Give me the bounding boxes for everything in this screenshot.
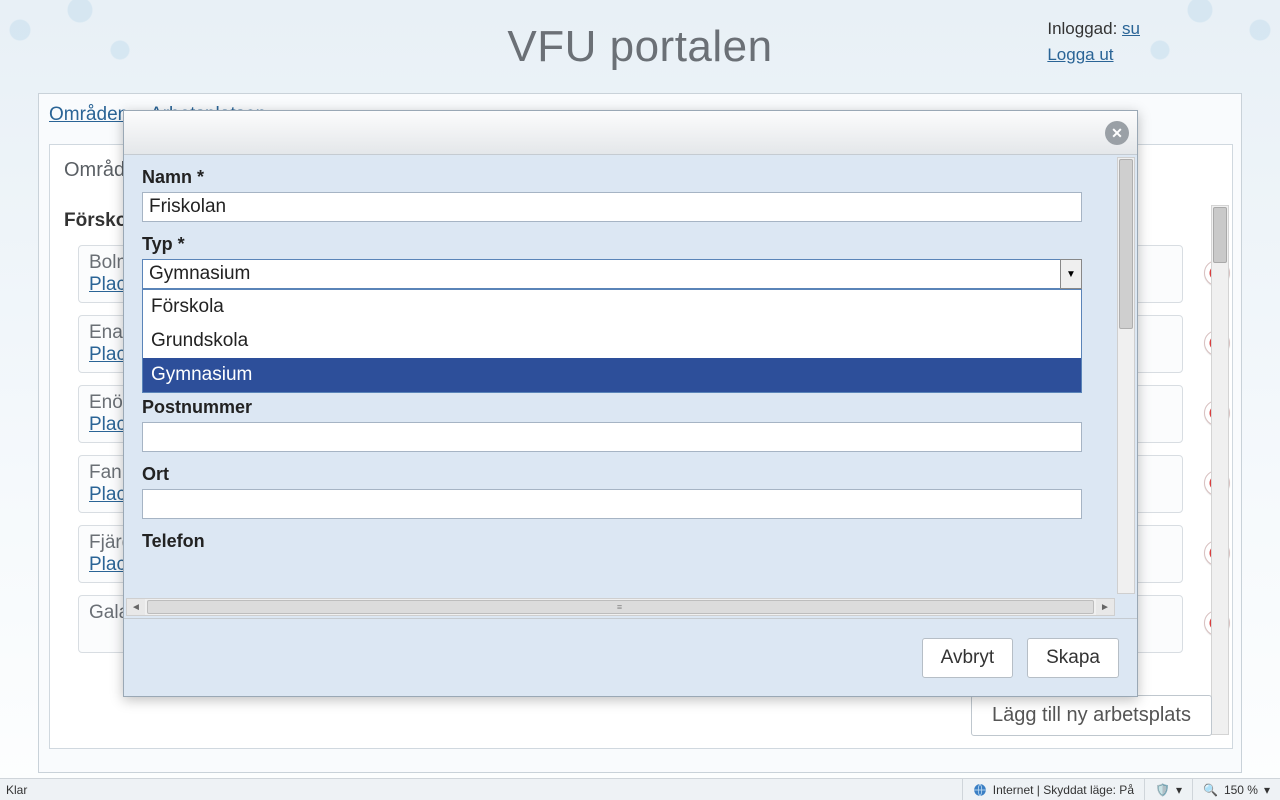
section-header: Försko [64,210,127,232]
type-option-gymnasium[interactable]: Gymnasium [143,358,1081,392]
login-box: Inloggad: su Logga ut [1047,16,1140,67]
type-select-display[interactable]: Gymnasium [142,259,1082,289]
status-security[interactable]: 🛡️ ▾ [1144,779,1192,800]
scroll-left-icon[interactable]: ◄ [127,599,145,615]
type-dropdown: Förskola Grundskola Gymnasium [142,289,1082,393]
chevron-down-icon: ▾ [1176,783,1182,797]
status-zoom-text: 150 % [1224,783,1258,797]
logged-in-label: Inloggad: [1047,19,1117,38]
status-internet: Internet | Skyddat läge: På [962,779,1144,800]
dialog-close-button[interactable]: ✕ [1105,121,1129,145]
postnummer-label: Postnummer [142,397,1096,418]
postnummer-input[interactable] [142,422,1082,452]
type-row: Typ * Gymnasium ▼ Förskola Grundskola Gy… [142,234,1096,289]
scrollbar-thumb[interactable] [1119,159,1133,329]
shield-icon: 🛡️ [1155,783,1170,797]
name-row: Namn * [142,167,1096,222]
dialog-vertical-scrollbar[interactable] [1117,157,1135,594]
zoom-icon: 🔍 [1203,783,1218,797]
status-left: Klar [0,783,962,797]
dialog-horizontal-scrollbar[interactable]: ◄ ≡ ► [126,598,1115,616]
globe-icon [973,783,987,797]
type-label: Typ * [142,234,1096,255]
name-label: Namn * [142,167,1096,188]
create-workplace-dialog: ✕ Namn * Typ * Gymnasium ▼ Förskola Gru [123,110,1138,697]
chevron-down-icon: ▾ [1264,783,1270,797]
type-option-forskola[interactable]: Förskola [143,290,1081,324]
add-workplace-button[interactable]: Lägg till ny arbetsplats [971,695,1212,736]
close-icon: ✕ [1111,125,1123,142]
telefon-label: Telefon [142,531,1096,552]
logout-link[interactable]: Logga ut [1047,45,1113,64]
ort-row: Ort [142,464,1096,519]
dialog-body: Namn * Typ * Gymnasium ▼ Förskola Grunds… [124,155,1137,618]
telefon-row: Telefon [142,531,1096,552]
ort-label: Ort [142,464,1096,485]
chevron-down-icon[interactable]: ▼ [1060,259,1082,289]
cancel-button[interactable]: Avbryt [922,638,1014,678]
type-option-grundskola[interactable]: Grundskola [143,324,1081,358]
name-input[interactable] [142,192,1082,222]
address-row: Postnummer [142,397,1096,452]
status-internet-text: Internet | Skyddat läge: På [993,783,1134,797]
scrollbar-thumb[interactable]: ≡ [147,600,1094,614]
create-button[interactable]: Skapa [1027,638,1119,678]
scroll-right-icon[interactable]: ► [1096,599,1114,615]
scrollbar-thumb[interactable] [1213,207,1227,263]
page-background: VFU portalen Inloggad: su Logga ut Områd… [0,0,1280,800]
list-scrollbar[interactable] [1211,205,1229,735]
dialog-footer: Avbryt Skapa [124,618,1137,696]
type-select[interactable]: Gymnasium ▼ Förskola Grundskola Gymnasiu… [142,259,1082,289]
breadcrumb-root[interactable]: Områden [49,104,128,125]
dialog-scroll-content: Namn * Typ * Gymnasium ▼ Förskola Grunds… [124,155,1114,596]
dialog-titlebar[interactable]: ✕ [124,111,1137,155]
status-zoom[interactable]: 🔍 150 % ▾ [1192,779,1280,800]
status-bar: Klar Internet | Skyddat läge: På 🛡️ ▾ 🔍 … [0,778,1280,800]
ort-input[interactable] [142,489,1082,519]
user-link[interactable]: su [1122,19,1140,38]
